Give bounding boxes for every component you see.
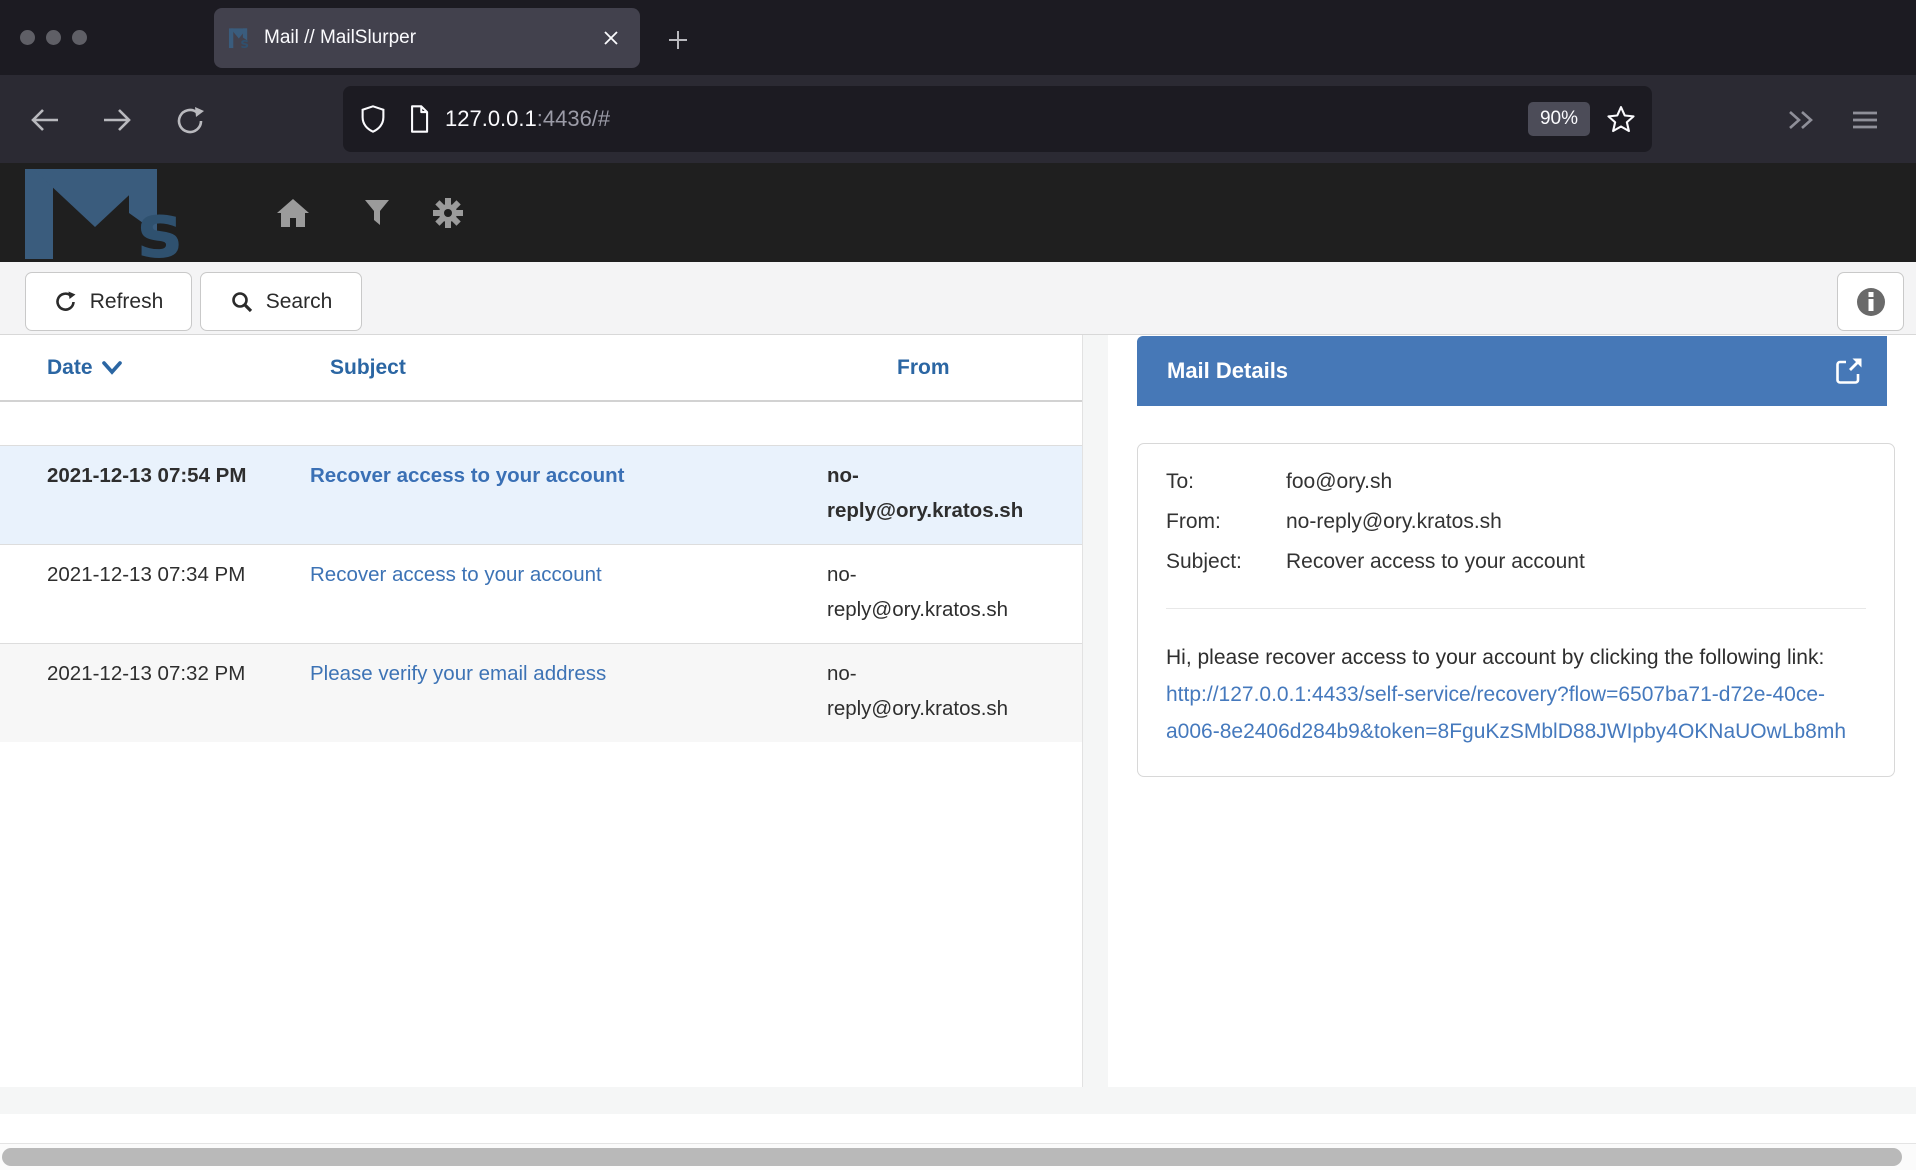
horizontal-scrollbar-thumb[interactable] — [2, 1148, 1902, 1166]
mail-details-header: Mail Details — [1137, 336, 1887, 406]
window-control-dot[interactable] — [46, 30, 61, 45]
mailslurper-logo: s — [25, 169, 220, 259]
app-toolbar: Refresh Search — [0, 262, 1916, 335]
refresh-button-label: Refresh — [90, 290, 164, 314]
recovery-link[interactable]: http://127.0.0.1:4433/self-service/recov… — [1166, 683, 1846, 743]
from-label: From: — [1166, 502, 1286, 542]
gear-icon[interactable] — [420, 163, 476, 262]
mail-list-header-row: Date Subject From — [0, 335, 1082, 402]
reload-icon[interactable] — [174, 105, 208, 135]
shield-icon[interactable] — [359, 104, 387, 134]
mail-row-selected[interactable]: 2021-12-13 07:54 PM Recover access to yo… — [0, 445, 1082, 544]
tab-favicon-mailslurper-icon: s — [228, 26, 252, 50]
mail-row-subject-link[interactable]: Recover access to your account — [310, 464, 624, 487]
zoom-level-badge[interactable]: 90% — [1528, 102, 1590, 136]
mail-row-date: 2021-12-13 07:54 PM — [47, 458, 310, 532]
mail-details-card: To: foo@ory.sh From: no-reply@ory.kratos… — [1137, 443, 1895, 777]
filter-funnel-icon[interactable] — [349, 163, 405, 262]
tab-title: Mail // MailSlurper — [264, 27, 596, 49]
mail-row[interactable]: 2021-12-13 07:32 PM Please verify your e… — [0, 643, 1082, 742]
mail-rows: 2021-12-13 07:54 PM Recover access to yo… — [0, 445, 1082, 742]
horizontal-scrollbar[interactable] — [0, 1143, 1916, 1170]
mail-details-title: Mail Details — [1167, 358, 1288, 384]
browser-tab[interactable]: s Mail // MailSlurper — [214, 8, 640, 68]
column-header-from[interactable]: From — [827, 356, 1082, 380]
subject-value: Recover access to your account — [1286, 542, 1866, 582]
to-label: To: — [1166, 462, 1286, 502]
url-host: 127.0.0.1 — [445, 106, 537, 131]
window-controls[interactable] — [20, 30, 87, 45]
mail-details-fields: To: foo@ory.sh From: no-reply@ory.kratos… — [1166, 462, 1866, 582]
column-header-date[interactable]: Date — [47, 356, 310, 380]
overflow-chevrons-icon[interactable] — [1782, 105, 1818, 135]
home-icon[interactable] — [265, 163, 321, 262]
hamburger-menu-icon[interactable] — [1848, 105, 1882, 135]
browser-navbar: 127.0.0.1:4436/# 90% — [0, 75, 1916, 163]
page-content: Date Subject From 2021-12-13 07:54 PM Re… — [0, 335, 1916, 1170]
divider — [1166, 608, 1866, 609]
info-icon — [1855, 286, 1887, 318]
mail-row[interactable]: 2021-12-13 07:34 PM Recover access to yo… — [0, 544, 1082, 643]
url-bar[interactable]: 127.0.0.1:4436/# 90% — [343, 86, 1652, 152]
back-arrow-icon[interactable] — [28, 105, 62, 135]
svg-text:s: s — [137, 186, 182, 259]
mail-row-date: 2021-12-13 07:34 PM — [47, 557, 310, 631]
url-port-path: :4436/# — [537, 106, 610, 131]
external-link-icon[interactable] — [1833, 355, 1865, 387]
window-control-dot[interactable] — [72, 30, 87, 45]
mail-body: Hi, please recover access to your accoun… — [1166, 639, 1866, 750]
mail-row-from: no-reply@ory.kratos.sh — [827, 458, 1017, 528]
to-value: foo@ory.sh — [1286, 462, 1866, 502]
tab-close-icon[interactable] — [596, 23, 626, 53]
svg-text:s: s — [240, 36, 248, 50]
forward-arrow-icon[interactable] — [100, 105, 134, 135]
search-icon — [230, 290, 254, 314]
mail-details-panel: Mail Details To: foo@ory.sh From: no-rep… — [1108, 335, 1916, 1087]
refresh-icon — [54, 290, 78, 314]
mail-row-subject-link[interactable]: Please verify your email address — [310, 662, 606, 685]
search-button[interactable]: Search — [200, 272, 362, 331]
subject-label: Subject: — [1166, 542, 1286, 582]
app-header: s — [0, 163, 1916, 262]
new-tab-button[interactable] — [660, 22, 696, 58]
info-button[interactable] — [1837, 272, 1904, 331]
document-icon[interactable] — [407, 104, 431, 134]
window-control-dot[interactable] — [20, 30, 35, 45]
column-header-subject[interactable]: Subject — [310, 356, 827, 380]
mail-body-text: Hi, please recover access to your accoun… — [1166, 646, 1824, 669]
column-header-date-label: Date — [47, 356, 93, 380]
from-value: no-reply@ory.kratos.sh — [1286, 502, 1866, 542]
refresh-button[interactable]: Refresh — [25, 272, 192, 331]
mail-row-from: no-reply@ory.kratos.sh — [827, 557, 1017, 627]
browser-tab-bar: s Mail // MailSlurper — [0, 0, 1916, 75]
bookmark-star-icon[interactable] — [1606, 104, 1636, 134]
sort-chevron-down-icon — [102, 361, 122, 375]
mail-list-panel: Date Subject From 2021-12-13 07:54 PM Re… — [0, 335, 1083, 1087]
bottom-spacer — [0, 1114, 1916, 1143]
mail-row-from: no-reply@ory.kratos.sh — [827, 656, 1017, 726]
url-text: 127.0.0.1:4436/# — [445, 106, 1528, 132]
search-button-label: Search — [266, 290, 333, 314]
mail-row-subject-link[interactable]: Recover access to your account — [310, 563, 602, 586]
mail-row-date: 2021-12-13 07:32 PM — [47, 656, 310, 730]
